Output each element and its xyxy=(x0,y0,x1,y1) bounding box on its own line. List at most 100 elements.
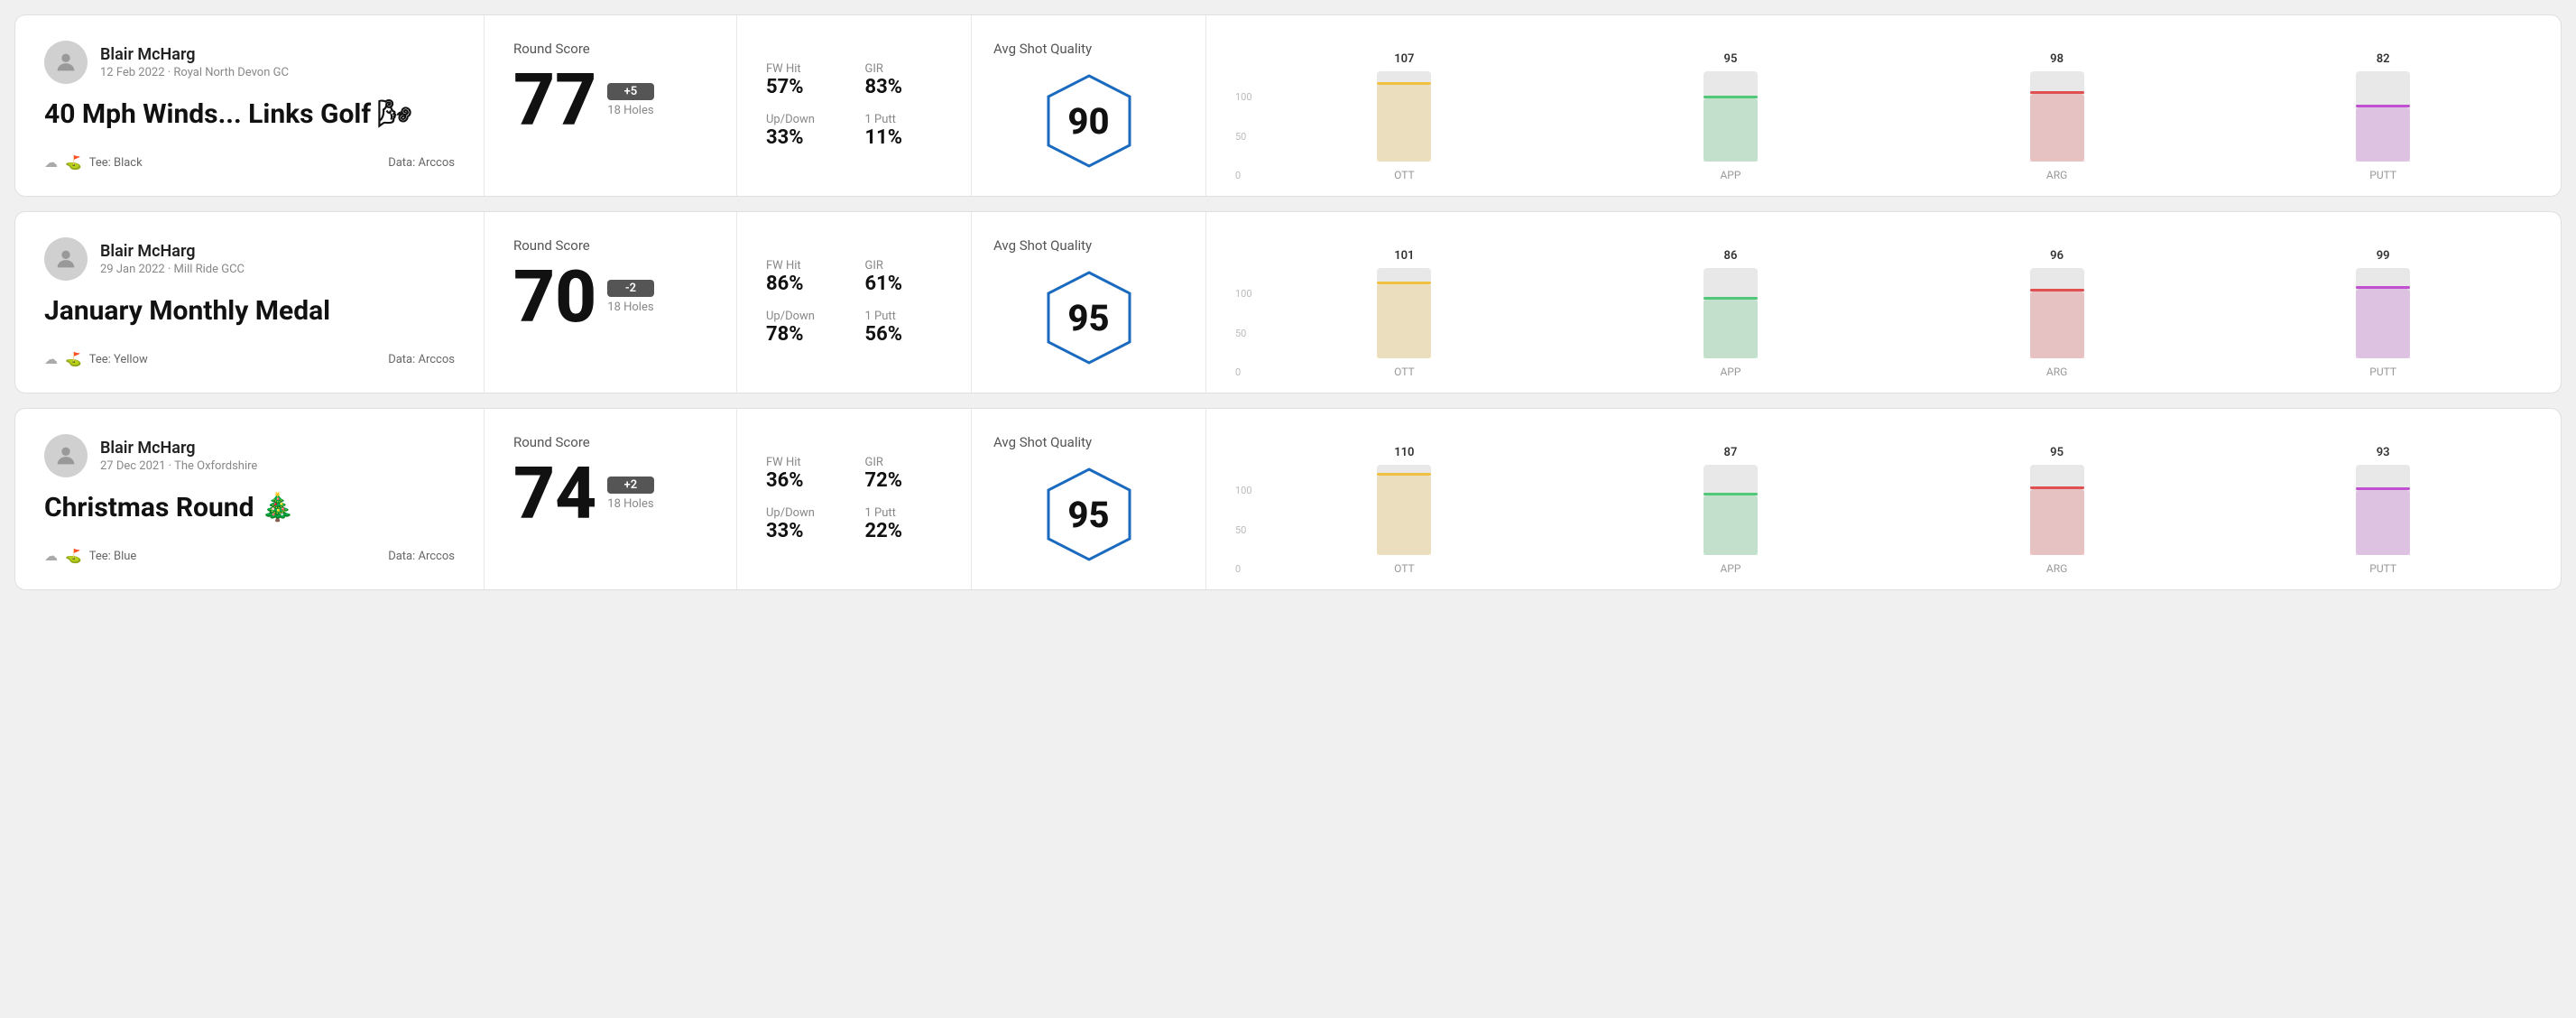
updown-stat-3: Up/Down 33% xyxy=(766,506,844,542)
bar-wrapper-ott xyxy=(1377,465,1431,555)
holes-label-1: 18 Holes xyxy=(607,104,653,117)
bar-axis-label-arg: ARG xyxy=(2046,366,2067,378)
bar-fill-arg xyxy=(2030,292,2084,358)
bar-axis-label-ott: OTT xyxy=(1394,169,1415,181)
hexagon-1: 90 xyxy=(1039,71,1139,171)
bar-marker-putt xyxy=(2356,105,2410,107)
score-number-1: 77 xyxy=(513,64,596,136)
round-title-1: 40 Mph Winds... Links Golf 🌬 xyxy=(44,98,455,130)
player-header-1: Blair McHarg 12 Feb 2022 · Royal North D… xyxy=(44,41,455,84)
y-axis-0-1: 0 xyxy=(1235,170,1252,181)
y-axis-100-2: 100 xyxy=(1235,288,1252,300)
bar-value-arg: 98 xyxy=(2050,52,2064,66)
bar-group-putt: 93 PUTT xyxy=(2234,446,2532,575)
data-source-3: Data: Arccos xyxy=(388,550,455,563)
avatar-2 xyxy=(44,237,88,281)
bar-value-arg: 95 xyxy=(2050,446,2064,459)
weather-icon-1: ☁ xyxy=(44,154,58,171)
gir-label-1: GIR xyxy=(865,62,943,76)
score-row-3: 74 +2 18 Holes xyxy=(513,458,707,530)
bar-wrapper-putt xyxy=(2356,268,2410,358)
player-name-1: Blair McHarg xyxy=(100,45,289,64)
updown-stat-1: Up/Down 33% xyxy=(766,113,844,149)
bar-fill-ott xyxy=(1377,284,1431,358)
bar-fill-app xyxy=(1703,495,1758,555)
fw-hit-stat-3: FW Hit 36% xyxy=(766,456,844,492)
hexagon-container-3: 95 xyxy=(993,465,1184,564)
updown-label-2: Up/Down xyxy=(766,310,844,323)
bar-value-ott: 110 xyxy=(1394,446,1414,459)
avatar-3 xyxy=(44,434,88,477)
tee-info-3: ☁ ⛳ Tee: Blue xyxy=(44,548,136,564)
round-card-3: Blair McHarg 27 Dec 2021 · The Oxfordshi… xyxy=(14,408,2562,590)
bar-wrapper-arg xyxy=(2030,268,2084,358)
player-name-2: Blair McHarg xyxy=(100,242,245,261)
oneputt-stat-2: 1 Putt 56% xyxy=(865,310,943,346)
y-axis-2: 100 50 0 xyxy=(1235,288,1252,378)
tee-label-1: Tee: Black xyxy=(89,156,143,170)
oneputt-label-2: 1 Putt xyxy=(865,310,943,323)
score-number-3: 74 xyxy=(513,458,596,530)
fw-hit-stat-2: FW Hit 86% xyxy=(766,259,844,295)
bar-axis-label-ott: OTT xyxy=(1394,562,1415,575)
bar-group-app: 87 APP xyxy=(1582,446,1879,575)
y-axis-100-3: 100 xyxy=(1235,485,1252,496)
updown-value-1: 33% xyxy=(766,126,844,149)
fw-hit-value-3: 36% xyxy=(766,469,844,492)
score-badge-1: +5 xyxy=(607,83,653,100)
card-footer-1: ☁ ⛳ Tee: Black Data: Arccos xyxy=(44,154,455,171)
updown-stat-2: Up/Down 78% xyxy=(766,310,844,346)
tee-icon-3: ⛳ xyxy=(65,548,82,564)
fw-hit-value-1: 57% xyxy=(766,76,844,98)
player-info-2: Blair McHarg 29 Jan 2022 · Mill Ride GCC xyxy=(100,242,245,276)
hexagon-score-1: 90 xyxy=(1067,100,1109,143)
y-axis-0-2: 0 xyxy=(1235,366,1252,378)
card-chart-2: 100 50 0 101 OTT 86 APP 96 xyxy=(1206,212,2561,393)
bar-wrapper-arg xyxy=(2030,465,2084,555)
score-badge-2: -2 xyxy=(607,280,653,297)
bar-marker-putt xyxy=(2356,487,2410,490)
oneputt-stat-3: 1 Putt 22% xyxy=(865,506,943,542)
y-axis-50-2: 50 xyxy=(1235,328,1252,339)
bar-axis-label-app: APP xyxy=(1720,366,1740,378)
round-title-3: Christmas Round 🎄 xyxy=(44,492,455,523)
avatar-1 xyxy=(44,41,88,84)
gir-stat-3: GIR 72% xyxy=(865,456,943,492)
card-chart-3: 100 50 0 110 OTT 87 APP 95 xyxy=(1206,409,2561,589)
bar-fill-ott xyxy=(1377,476,1431,555)
bar-group-app: 95 APP xyxy=(1582,52,1879,181)
bar-value-app: 95 xyxy=(1724,52,1738,66)
round-score-label-1: Round Score xyxy=(513,41,707,57)
data-source-2: Data: Arccos xyxy=(388,353,455,366)
stats-grid-1: FW Hit 57% GIR 83% Up/Down 33% 1 Putt 11… xyxy=(766,62,942,149)
card-footer-2: ☁ ⛳ Tee: Yellow Data: Arccos xyxy=(44,351,455,367)
bar-marker-app xyxy=(1703,297,1758,300)
bar-marker-arg xyxy=(2030,289,2084,292)
hexagon-container-2: 95 xyxy=(993,268,1184,367)
y-axis-0-3: 0 xyxy=(1235,563,1252,575)
oneputt-label-3: 1 Putt xyxy=(865,506,943,520)
quality-label-2: Avg Shot Quality xyxy=(993,237,1184,254)
gir-label-2: GIR xyxy=(865,259,943,273)
bar-axis-label-putt: PUTT xyxy=(2369,169,2396,181)
card-footer-3: ☁ ⛳ Tee: Blue Data: Arccos xyxy=(44,548,455,564)
bar-value-ott: 107 xyxy=(1394,52,1414,66)
bar-fill-app xyxy=(1703,300,1758,358)
bar-value-ott: 101 xyxy=(1394,249,1414,263)
card-stats-2: FW Hit 86% GIR 61% Up/Down 78% 1 Putt 56… xyxy=(737,212,972,393)
updown-value-2: 78% xyxy=(766,323,844,346)
bar-axis-label-putt: PUTT xyxy=(2369,562,2396,575)
bar-fill-putt xyxy=(2356,107,2410,162)
bar-wrapper-putt xyxy=(2356,465,2410,555)
bar-group-arg: 95 ARG xyxy=(1908,446,2206,575)
gir-value-3: 72% xyxy=(865,469,943,492)
weather-icon-2: ☁ xyxy=(44,351,58,367)
round-score-label-3: Round Score xyxy=(513,434,707,450)
stats-grid-3: FW Hit 36% GIR 72% Up/Down 33% 1 Putt 22… xyxy=(766,456,942,542)
chart-bars-1: 107 OTT 95 APP 98 ARG 82 xyxy=(1256,33,2532,181)
bar-value-putt: 82 xyxy=(2377,52,2390,66)
bar-value-app: 86 xyxy=(1724,249,1738,263)
card-left-2: Blair McHarg 29 Jan 2022 · Mill Ride GCC… xyxy=(15,212,485,393)
tee-icon-2: ⛳ xyxy=(65,351,82,367)
bar-axis-label-putt: PUTT xyxy=(2369,366,2396,378)
